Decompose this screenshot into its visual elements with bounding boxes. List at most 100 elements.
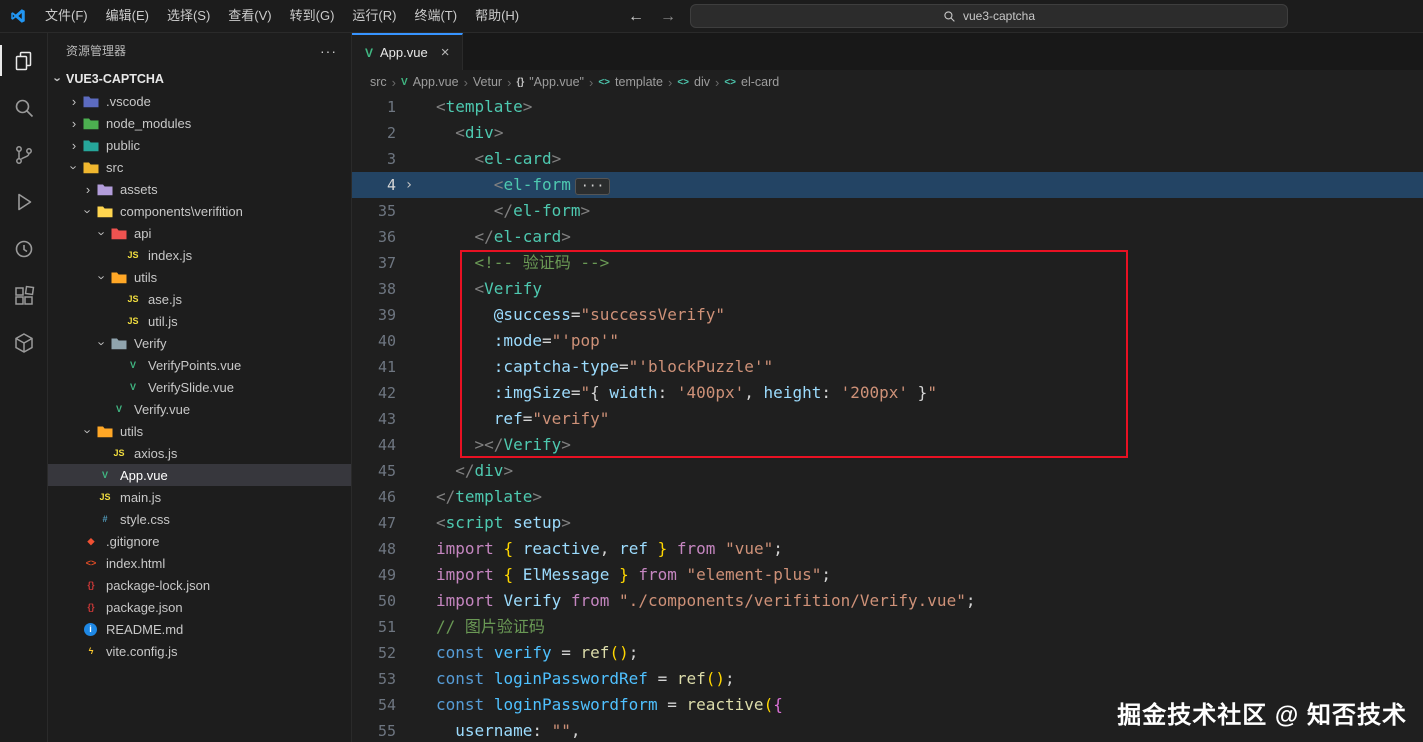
- tree-item-components-verifition[interactable]: › components\verifition: [48, 200, 351, 222]
- forward-arrow-icon[interactable]: →: [660, 8, 676, 26]
- editor-group: V App.vue × src › V App.vue › Vetur › {} "App.vu…: [352, 33, 1423, 742]
- tab-app-vue[interactable]: V App.vue ×: [352, 33, 464, 70]
- gutter-spacer: [396, 380, 422, 406]
- command-center-search[interactable]: vue3-captcha: [690, 4, 1288, 28]
- breadcrumb-item[interactable]: src: [370, 75, 387, 89]
- tree-item-index.html[interactable]: <> index.html: [48, 552, 351, 574]
- code-area[interactable]: 1 <template> 2 <div> 3 <el-card> 4 › <el-form…: [352, 94, 1423, 742]
- breadcrumb-separator-icon: ›: [391, 74, 397, 90]
- tree-item-verifyslide.vue[interactable]: V VerifySlide.vue: [48, 376, 351, 398]
- tree-item-label: api: [134, 225, 152, 241]
- breadcrumb-item[interactable]: <> el-card: [724, 75, 779, 89]
- breadcrumb-label: template: [615, 75, 663, 89]
- line-number: 43: [377, 410, 396, 428]
- tree-item-main.js[interactable]: JS main.js: [48, 486, 351, 508]
- tree-item-app.vue[interactable]: V App.vue: [48, 464, 351, 486]
- tree-item-verifypoints.vue[interactable]: V VerifyPoints.vue: [48, 354, 351, 376]
- history-nav: ← →: [628, 0, 676, 33]
- tree-item-label: VerifySlide.vue: [148, 379, 234, 395]
- tree-item-node-modules[interactable]: › node_modules: [48, 112, 351, 134]
- line-number: 35: [377, 202, 396, 220]
- menu-item[interactable]: 编辑(E): [97, 0, 158, 32]
- menu-item[interactable]: 帮助(H): [466, 0, 528, 32]
- tree-item-src[interactable]: › src: [48, 156, 351, 178]
- breadcrumb-item[interactable]: Vetur: [473, 75, 502, 89]
- tree-item-util.js[interactable]: JS util.js: [48, 310, 351, 332]
- breadcrumb-item[interactable]: <> template: [598, 75, 663, 89]
- npm-icon: {}: [87, 602, 95, 612]
- line-number: 49: [377, 566, 396, 584]
- tree-item-package-lock.json[interactable]: {} package-lock.json: [48, 574, 351, 596]
- menu-item[interactable]: 文件(F): [36, 0, 97, 32]
- tree-item-assets[interactable]: › assets: [48, 178, 351, 200]
- code-text: ref="verify": [493, 409, 610, 428]
- tree-item-readme.md[interactable]: i README.md: [48, 618, 351, 640]
- tree-item-.gitignore[interactable]: ◆ .gitignore: [48, 530, 351, 552]
- menu-item[interactable]: 选择(S): [158, 0, 219, 32]
- search-value: vue3-captcha: [962, 9, 1036, 23]
- more-actions-icon[interactable]: ···: [320, 43, 337, 59]
- container-icon[interactable]: [0, 319, 47, 366]
- code-lines: 1 <template> 2 <div> 3 <el-card> 4 › <el-form…: [352, 94, 1423, 742]
- tree-item-label: src: [106, 159, 124, 175]
- breadcrumb-label: App.vue: [412, 75, 459, 89]
- menu-item[interactable]: 查看(V): [219, 0, 280, 32]
- menu-item[interactable]: 运行(R): [343, 0, 405, 32]
- gutter-spacer: [396, 406, 422, 432]
- menu-item[interactable]: 转到(G): [281, 0, 344, 32]
- menu-item[interactable]: 终端(T): [405, 0, 466, 32]
- tree-item-label: package.json: [106, 599, 183, 615]
- tree-item-axios.js[interactable]: JS axios.js: [48, 442, 351, 464]
- tree-item-public[interactable]: › public: [48, 134, 351, 156]
- tree-item-label: Verify: [134, 335, 167, 351]
- vite-icon: ϟ: [88, 646, 94, 656]
- code-text: import Verify from "./components/verifit…: [436, 591, 976, 610]
- explorer-icon[interactable]: [0, 37, 47, 84]
- search-sidebar-icon[interactable]: [0, 84, 47, 131]
- code-text: // 图片验证码: [436, 617, 545, 636]
- remote-explorer-icon[interactable]: [0, 225, 47, 272]
- project-root-row[interactable]: › VUE3-CAPTCHA: [48, 68, 351, 90]
- breadcrumb-item[interactable]: V App.vue: [401, 75, 459, 89]
- chevron-down-icon: ›: [80, 208, 96, 214]
- source-control-icon[interactable]: [0, 131, 47, 178]
- breadcrumb-item[interactable]: <> div: [677, 75, 710, 89]
- folder-icon: [96, 423, 114, 439]
- tree-item-utils[interactable]: › utils: [48, 420, 351, 442]
- gutter-spacer: [396, 302, 422, 328]
- line-number: 47: [377, 514, 396, 532]
- back-arrow-icon[interactable]: ←: [628, 8, 644, 26]
- tree-item-api[interactable]: › api: [48, 222, 351, 244]
- file-tree: › .vscode › node_modules › public › src › assets ›…: [48, 90, 351, 662]
- breadcrumb-label: "App.vue": [529, 75, 584, 89]
- javascript-icon: JS: [127, 294, 139, 304]
- run-and-debug-icon[interactable]: [0, 178, 47, 225]
- tree-item-utils[interactable]: › utils: [48, 266, 351, 288]
- explorer-title: 资源管理器: [66, 44, 127, 58]
- close-icon[interactable]: ×: [441, 44, 450, 61]
- chevron-right-icon: ›: [71, 137, 77, 153]
- line-number: 44: [377, 436, 396, 454]
- braces-icon: {}: [516, 76, 525, 88]
- html-icon: <>: [85, 558, 97, 568]
- chevron-down-icon: ›: [94, 230, 110, 236]
- gutter-spacer: [396, 250, 422, 276]
- tree-item-verify.vue[interactable]: V Verify.vue: [48, 398, 351, 420]
- tree-item-index.js[interactable]: JS index.js: [48, 244, 351, 266]
- tree-item-.vscode[interactable]: › .vscode: [48, 90, 351, 112]
- tree-item-vite.config.js[interactable]: ϟ vite.config.js: [48, 640, 351, 662]
- code-text: const verify = ref();: [436, 643, 639, 662]
- tag-icon: <>: [724, 76, 737, 88]
- fold-chevron-icon[interactable]: ›: [396, 172, 422, 198]
- code-line: 1 <template>: [352, 94, 1423, 120]
- line-number: 3: [386, 150, 396, 168]
- extensions-icon[interactable]: [0, 272, 47, 319]
- tree-item-label: .vscode: [106, 93, 151, 109]
- breadcrumb-item[interactable]: {} "App.vue": [516, 75, 584, 89]
- tree-item-ase.js[interactable]: JS ase.js: [48, 288, 351, 310]
- tree-item-style.css[interactable]: # style.css: [48, 508, 351, 530]
- tree-item-package.json[interactable]: {} package.json: [48, 596, 351, 618]
- tree-item-verify[interactable]: › Verify: [48, 332, 351, 354]
- folder-icon: [82, 137, 100, 153]
- code-line: 2 <div>: [352, 120, 1423, 146]
